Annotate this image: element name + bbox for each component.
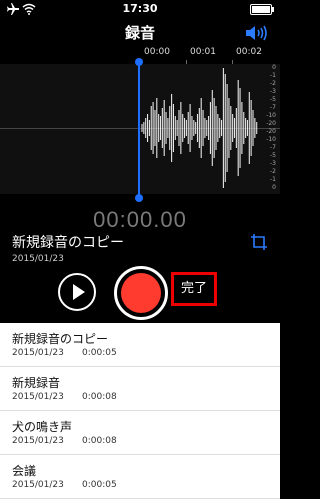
level-scale-label: -1: [270, 176, 276, 183]
list-item-date: 2015/01/23: [12, 480, 64, 490]
timeline-label: 00:02: [236, 47, 262, 57]
level-scale-label: -5: [270, 96, 276, 103]
recordings-list: 新規録音のコピー 2015/01/23 0:00:05 新規録音 2015/01/23 0…: [0, 323, 280, 499]
list-item-date: 2015/01/23: [12, 436, 64, 446]
list-item[interactable]: 新規録音 2015/01/23 0:00:08: [0, 367, 280, 411]
timeline-label: 00:01: [190, 47, 216, 57]
elapsed-time: 00:00.00: [93, 207, 187, 232]
waveform: [141, 68, 258, 188]
level-scale-label: 0: [272, 184, 276, 191]
list-item-duration: 0:00:08: [82, 436, 117, 446]
list-item-name: 新規録音のコピー: [12, 332, 109, 346]
level-scale-label: -7: [270, 144, 276, 151]
level-scale-label: -5: [270, 152, 276, 159]
level-scale-label: -2: [270, 168, 276, 175]
recording-date: 2015/01/23: [12, 254, 64, 264]
level-scale-label: -20: [266, 128, 276, 135]
record-button[interactable]: [114, 266, 168, 320]
playback-controls: 完了: [0, 266, 280, 322]
level-scale-label: -3: [270, 88, 276, 95]
record-icon: [121, 273, 161, 313]
voice-memos-screen: 17:30 録音 00:00 00:01 00:02 0 -1 -2 -3 -5 -7 -1…: [0, 0, 280, 499]
list-item-name: 新規録音: [12, 376, 61, 390]
list-item-date: 2015/01/23: [12, 348, 64, 358]
level-scale-label: -2: [270, 80, 276, 87]
page-title: 録音: [124, 24, 155, 42]
level-scale-label: -20: [266, 120, 276, 127]
timeline-label: 00:00: [144, 47, 170, 57]
status-time: 17:30: [122, 2, 158, 15]
level-scale-label: 0: [272, 64, 276, 71]
list-item-date: 2015/01/23: [12, 392, 64, 402]
playhead-handle[interactable]: [135, 58, 143, 202]
play-button[interactable]: [58, 273, 96, 311]
recording-name[interactable]: 新規録音のコピー: [12, 232, 124, 252]
level-scale: 0 -1 -2 -3 -5 -7 -10 -20 -20 -10 -7 -5 -3 -2 -1 0: [260, 64, 276, 194]
level-scale-label: -7: [270, 104, 276, 111]
level-scale-label: -10: [266, 112, 276, 119]
list-item-name: 犬の鳴き声: [12, 420, 73, 434]
battery-icon: [250, 4, 274, 15]
waveform-view[interactable]: 0 -1 -2 -3 -5 -7 -10 -20 -20 -10 -7 -5 -3 -2 -1 0: [0, 64, 280, 194]
speaker-icon[interactable]: [244, 24, 270, 42]
crop-icon[interactable]: [251, 234, 267, 250]
level-scale-label: -3: [270, 160, 276, 167]
level-scale-label: -1: [270, 72, 276, 79]
list-item[interactable]: 犬の鳴き声 2015/01/23 0:00:08: [0, 411, 280, 455]
list-item-duration: 0:00:08: [82, 392, 117, 402]
list-item[interactable]: 会議 2015/01/23 0:00:05: [0, 455, 280, 499]
status-bar: 17:30: [0, 0, 280, 18]
list-item[interactable]: 新規録音のコピー 2015/01/23 0:00:05: [0, 323, 280, 367]
done-button[interactable]: 完了: [171, 272, 217, 306]
navigation-bar: 録音: [0, 18, 280, 46]
list-item-name: 会議: [12, 464, 37, 478]
list-item-duration: 0:00:05: [82, 348, 117, 358]
level-scale-label: -10: [266, 136, 276, 143]
list-item-duration: 0:00:05: [82, 480, 117, 490]
